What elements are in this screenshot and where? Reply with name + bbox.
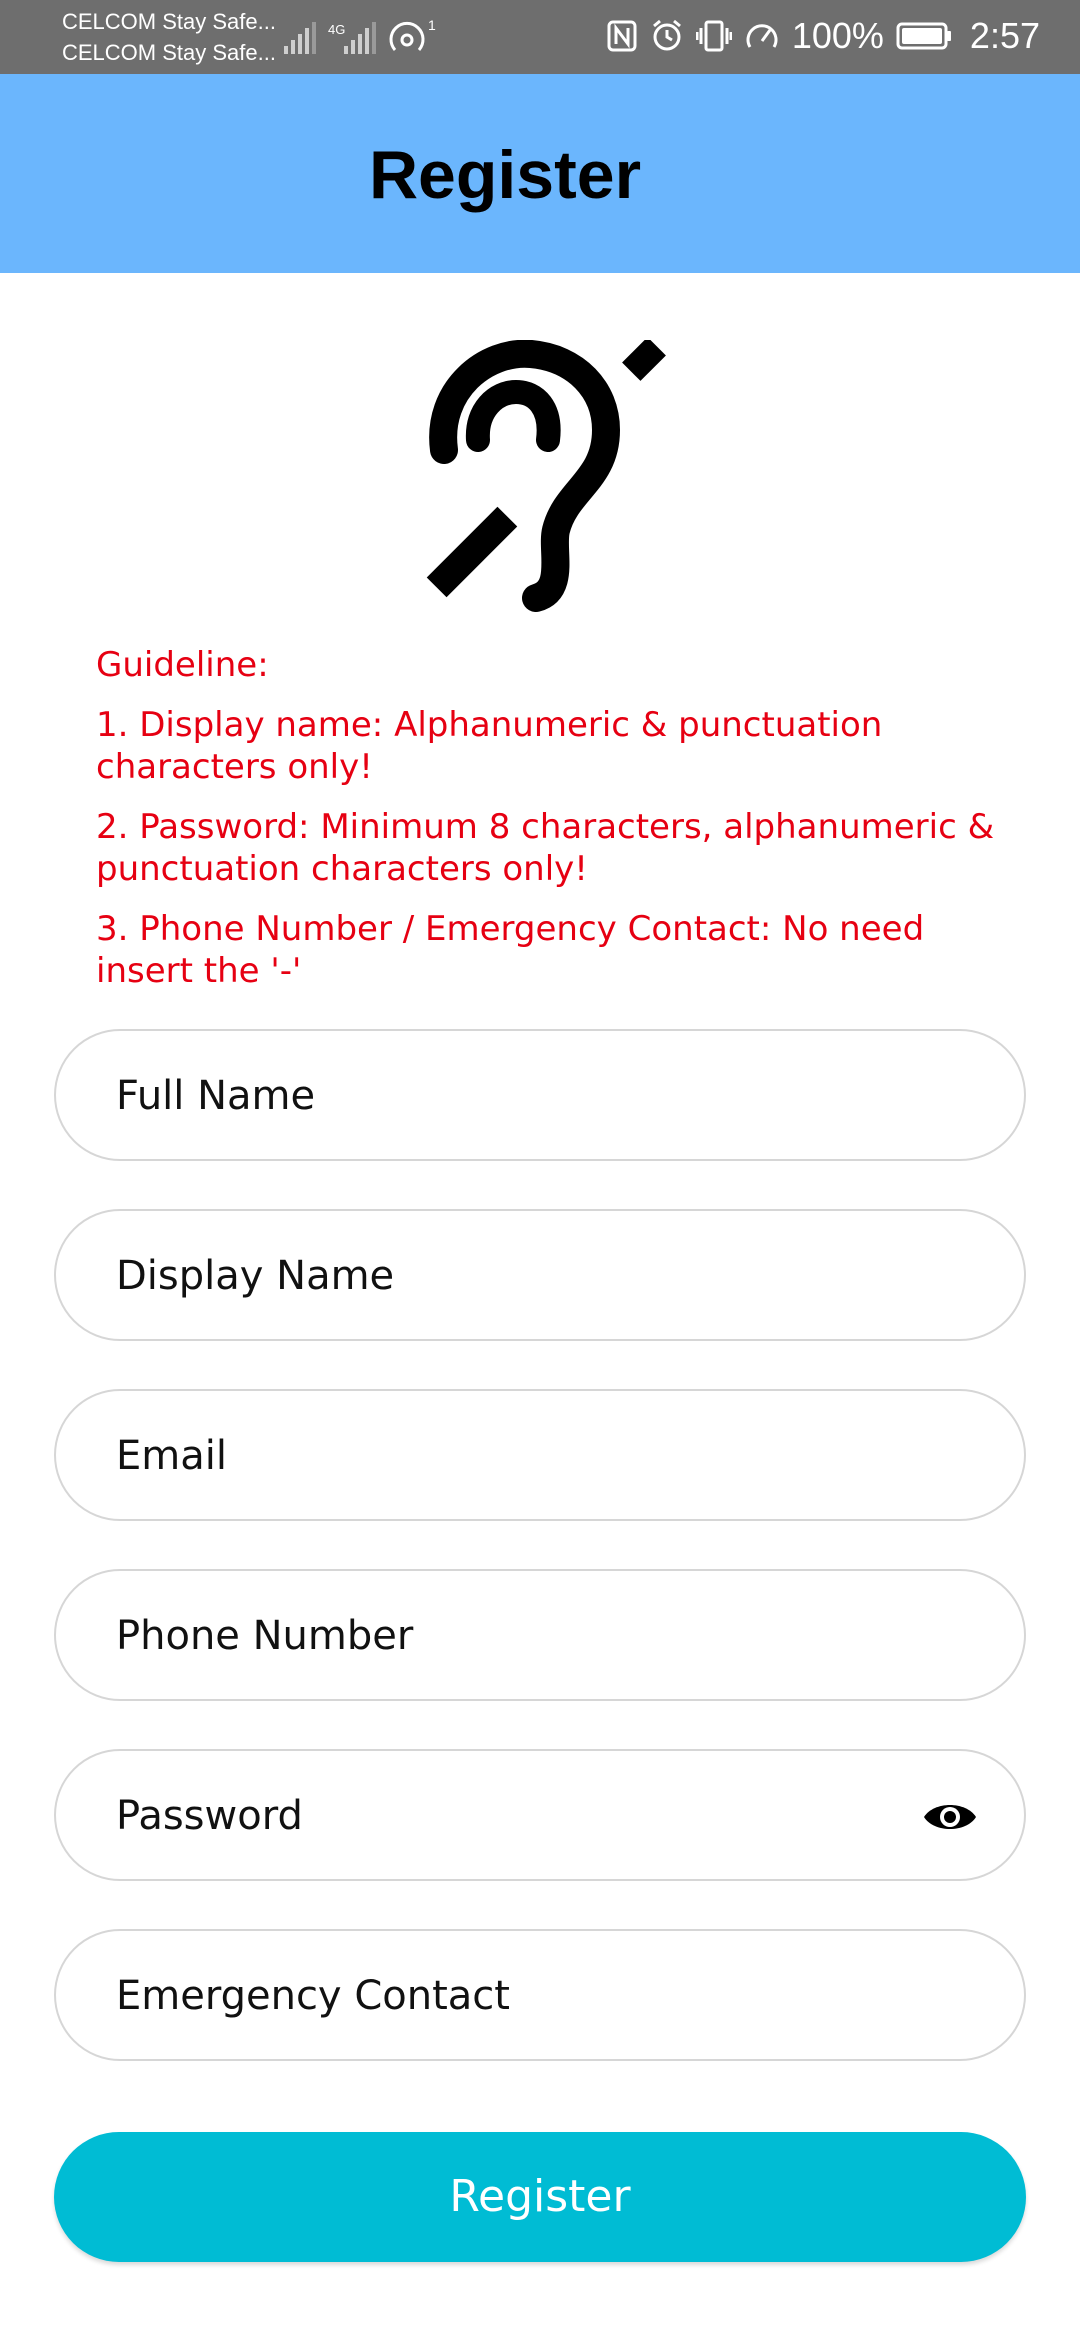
phone-number-placeholder: Phone Number [116,1613,414,1659]
full-name-placeholder: Full Name [116,1073,316,1119]
display-name-field[interactable]: Display Name [54,1209,1026,1341]
nfc-icon [607,20,637,52]
password-placeholder: Password [116,1793,303,1839]
battery-icon [896,22,951,50]
hearing-impaired-ear-icon [426,340,666,612]
phone-number-field[interactable]: Phone Number [54,1569,1026,1701]
emergency-contact-placeholder: Emergency Contact [116,1973,510,2019]
register-button[interactable]: Register [54,2132,1026,2262]
email-placeholder: Email [116,1433,227,1479]
guideline-title: Guideline: [96,645,269,685]
guideline-item-3: 3. Phone Number / Emergency Contact: No … [96,909,925,991]
app-bar: Register [0,74,1080,273]
page-title: Register [368,137,642,213]
battery-percent: 100% [791,15,884,56]
carrier-name-2: CELCOM Stay Safe... [62,40,276,65]
guideline-item-2: 2. Password: Minimum 8 characters, alpha… [96,807,995,889]
guideline-block: Guideline: 1. Display name: Alphanumeric… [96,644,996,1010]
status-right: 100% 2:57 [606,15,1040,56]
hotspot-count: 1 [428,18,436,33]
signal-icons: 4G 1 [284,18,436,54]
emergency-contact-field[interactable]: Emergency Contact [54,1929,1026,2061]
carrier-name-1: CELCOM Stay Safe... [62,9,276,34]
full-name-field[interactable]: Full Name [54,1029,1026,1161]
email-field[interactable]: Email [54,1389,1026,1521]
password-field[interactable]: Password [54,1749,1026,1881]
status-bar: CELCOM Stay Safe... CELCOM Stay Safe... … [0,0,1080,74]
vibrate-icon [695,20,732,52]
alarm-icon [652,19,681,51]
clock: 2:57 [969,15,1040,56]
guideline-item-1: 1. Display name: Alphanumeric & punctuat… [96,705,883,787]
eye-icon[interactable] [922,1797,978,1837]
network-type: 4G [328,22,345,37]
display-name-placeholder: Display Name [116,1253,395,1299]
speedometer-icon [746,24,778,48]
